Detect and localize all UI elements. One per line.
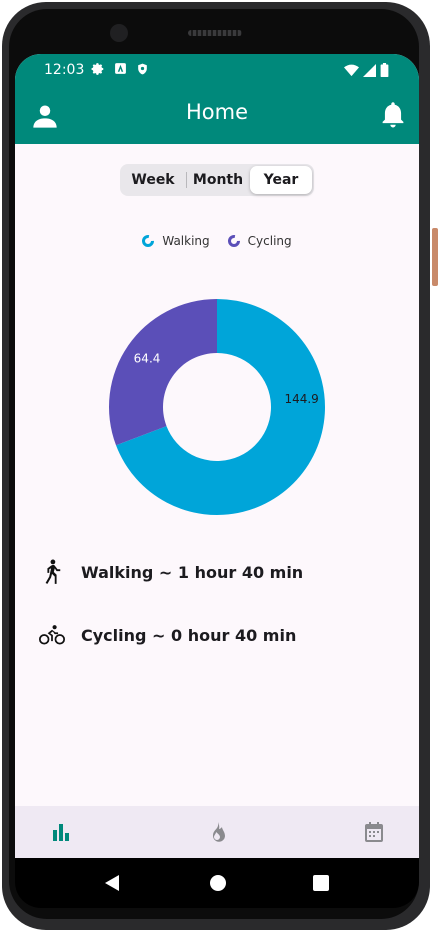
front-camera [110,24,128,42]
battery-icon [380,63,389,77]
activity-cycling: Cycling ~ 0 hour 40 min [37,620,296,650]
donut-label-walking: 144.9 [284,392,318,406]
status-bar: 12:03 [15,54,419,88]
app-bar: Home [15,88,419,144]
home-icon[interactable] [209,874,227,892]
period-week-button[interactable]: Week [120,164,186,196]
cycling-summary: Cycling ~ 0 hour 40 min [81,625,297,645]
app-screen: 12:03 Home Week Month Year Walking Cycli… [15,54,419,858]
donut-chart: 144.9 64.4 [109,299,325,515]
donut-label-cycling: 64.4 [134,352,161,366]
recents-icon[interactable] [313,874,329,892]
donut-slice-cycling[interactable] [109,299,217,446]
legend-cycling-label: Cycling [247,234,292,248]
shield-icon [138,63,147,75]
walking-summary: Walking ~ 1 hour 40 min [81,562,304,582]
legend-walking-label: Walking [162,234,210,248]
walking-icon [45,559,61,584]
notification-bell-icon[interactable] [379,100,407,130]
fire-icon[interactable] [205,820,229,844]
legend-walking-icon [142,235,155,247]
legend-cycling-icon [227,235,240,247]
activity-walking: Walking ~ 1 hour 40 min [37,557,303,587]
calendar-icon[interactable] [362,820,386,844]
earpiece-speaker [188,30,242,36]
android-auto-icon [115,63,126,74]
bottom-navigation [15,806,419,858]
signal-icon [363,63,376,77]
period-year-button[interactable]: Year [250,166,312,194]
chart-legend: Walking Cycling [15,234,419,248]
bar-chart-icon[interactable] [49,820,73,844]
period-selector: Week Month Year [120,164,314,196]
system-navigation-bar [15,858,419,908]
page-title: Home [185,100,248,124]
cycling-icon [39,625,65,645]
period-month-button[interactable]: Month [186,164,250,196]
settings-icon [91,63,104,75]
status-time: 12:03 [44,62,85,78]
power-button [432,228,438,286]
back-icon[interactable] [103,874,121,892]
legend-item-cycling[interactable]: Cycling [227,234,292,248]
wifi-icon [344,64,359,76]
legend-item-walking[interactable]: Walking [142,234,210,248]
